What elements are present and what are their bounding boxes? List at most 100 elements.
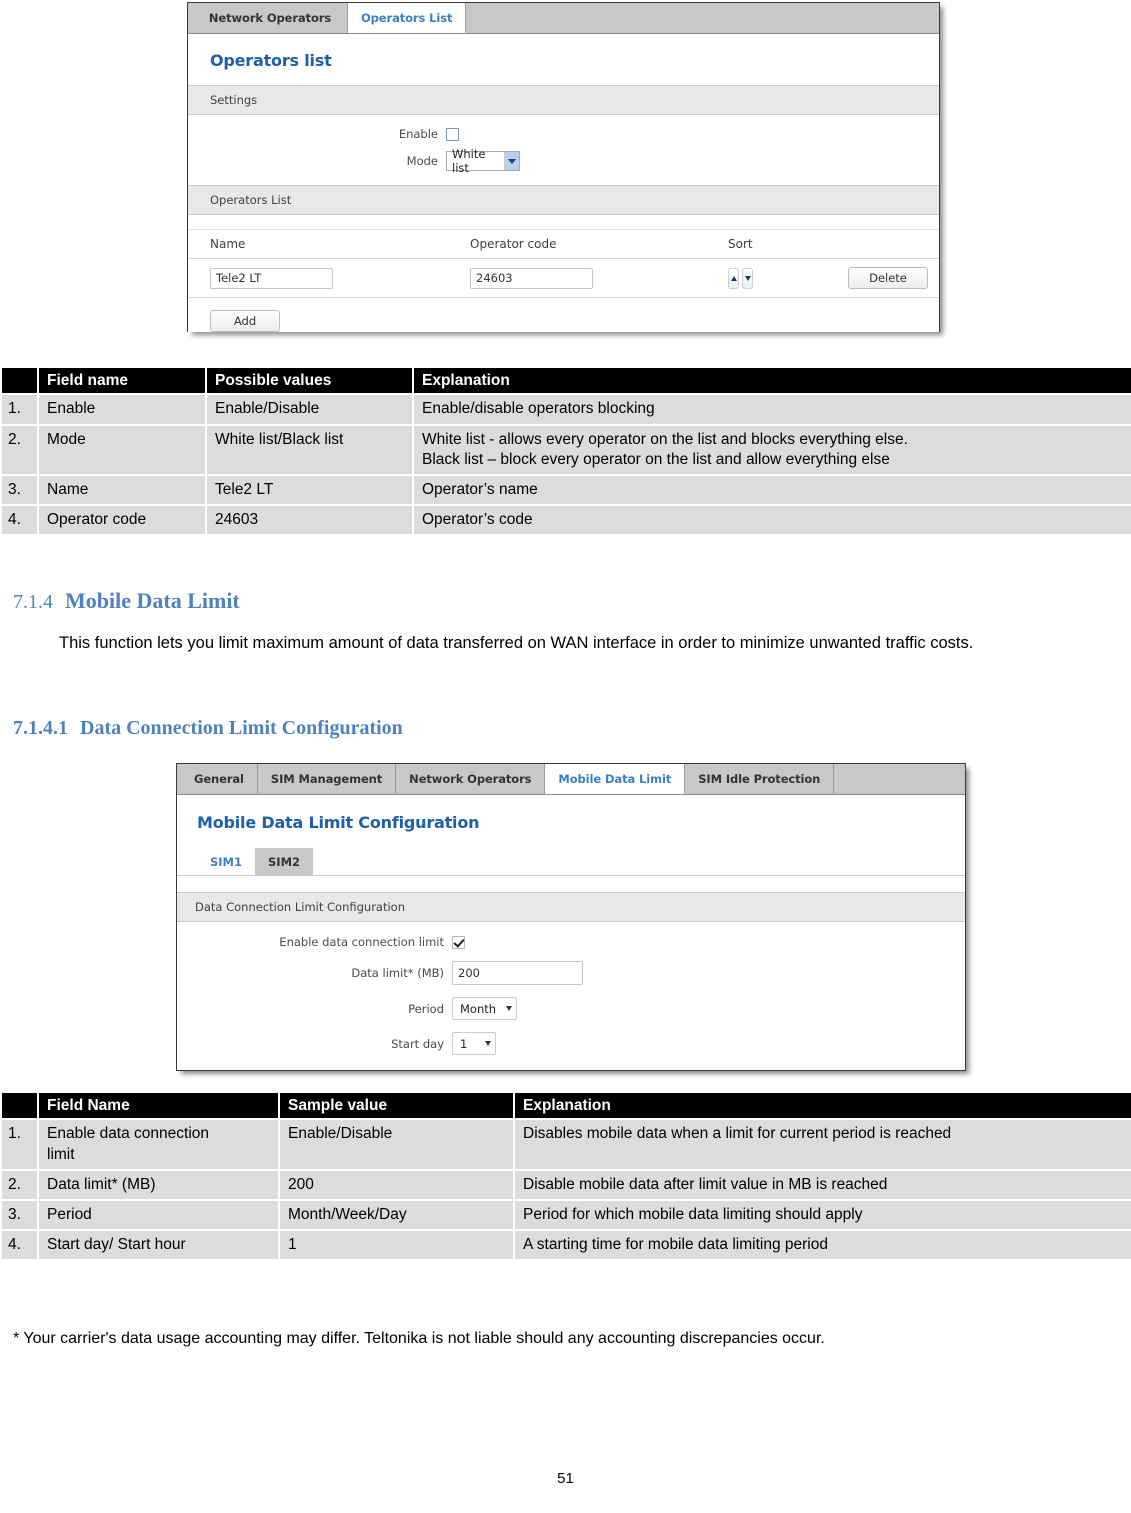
tabbar-filler [834,764,965,794]
table-header-row: Field name Possible values Explanation [0,365,1131,396]
table-row: 3. Period Month/Week/Day Period for whic… [0,1198,1131,1231]
cell-index: 2. [0,1168,39,1201]
cell-field-name: Start day/ Start hour [37,1228,280,1262]
subheading-text: Data Connection Limit Configuration [80,717,403,739]
subtab-spacer [177,876,965,892]
cell-explanation: Enable/disable operators blocking [412,393,1131,426]
cell-explanation: Disables mobile data when a limit for cu… [513,1118,1131,1171]
operators-list-page-title: Operators list [210,51,332,70]
subtab-sim1[interactable]: SIM1 [197,848,256,875]
data-limit-label: Data limit* (MB) [351,966,444,980]
start-day-select-value: 1 [460,1036,468,1051]
operator-code-input[interactable]: 24603 [470,267,593,289]
table-row: Tele2 LT 24603 Delete [188,259,939,298]
enable-data-connection-limit-checkbox[interactable] [452,935,465,949]
intro-paragraph: This function lets you limit maximum amo… [13,630,1131,657]
document-page: Network Operators Operators List Operato… [0,0,1131,1513]
operators-field-table: Field name Possible values Explanation 1… [0,365,1131,537]
tab-network-operators[interactable]: Network Operators [193,3,348,33]
heading-number: 7.1.4 [13,591,53,613]
tab-mobile-data-limit[interactable]: Mobile Data Limit [545,764,686,794]
cell-index: 3. [0,473,39,506]
paragraph-text: This function lets you limit maximum amo… [59,634,974,652]
sort-up-icon[interactable] [728,267,739,289]
mode-select-value: White list [452,147,486,175]
cell-sample-value: Month/Week/Day [278,1198,515,1231]
screenshot-datalimit-tabbar: General SIM Management Network Operators… [177,764,965,795]
cell-index: 3. [0,1198,39,1231]
chevron-down-icon [481,1035,495,1053]
tab-sim-idle-protection[interactable]: SIM Idle Protection [685,764,835,794]
cell-explanation: Period for which mobile data limiting sh… [513,1198,1131,1231]
cell-explanation: A starting time for mobile data limiting… [513,1228,1131,1262]
heading-mobile-data-limit: 7.1.4 Mobile Data Limit [13,588,240,614]
column-header-sort: Sort [728,237,753,251]
data-limit-row: Data limit* (MB) 200 [177,955,965,991]
cell-field-name: Operator code [37,503,207,537]
enable-checkbox[interactable] [446,127,459,141]
header-explanation: Explanation [412,365,1131,396]
mode-label: Mode [406,154,438,168]
header-explanation: Explanation [513,1090,1131,1121]
operators-list-section-bar: Operators List [188,185,939,215]
list-spacer [188,215,939,230]
table-row: 2. Mode White list/Black list White list… [0,423,1131,476]
cell-possible-values: Tele2 LT [205,473,414,506]
table-row: 3. Name Tele2 LT Operator’s name [0,473,1131,506]
operator-name-input[interactable]: Tele2 LT [210,267,333,289]
cell-field-name: Data limit* (MB) [37,1168,280,1201]
header-sample-value: Sample value [278,1090,515,1121]
chevron-down-icon [503,152,519,170]
tab-general[interactable]: General [181,764,258,794]
table-row: 4. Start day/ Start hour 1 A starting ti… [0,1228,1131,1262]
cell-index: 1. [0,1118,39,1171]
start-day-label: Start day [391,1036,444,1051]
mode-select[interactable]: White list [446,147,520,175]
cell-explanation: Operator’s code [412,503,1131,537]
enable-data-connection-limit-label: Enable data connection limit [279,935,444,949]
heading-data-connection-limit-config: 7.1.4.1 Data Connection Limit Configurati… [13,717,403,740]
page-number: 51 [557,1470,574,1487]
enable-label: Enable [398,127,438,141]
explanation-line-2: Black list – block every operator on the… [422,450,890,468]
table-row: 1. Enable Enable/Disable Enable/disable … [0,393,1131,426]
cell-possible-values: Enable/Disable [205,393,414,426]
column-header-operator-code: Operator code [470,237,557,251]
footnote-text: * Your carrier's data usage accounting m… [13,1330,825,1347]
header-field-name: Field Name [37,1090,280,1121]
header-possible-values: Possible values [205,365,414,396]
enable-data-connection-limit-row: Enable data connection limit [177,922,965,955]
screenshot-operators-list: Network Operators Operators List Operato… [187,2,940,332]
add-row: Add [188,298,939,332]
start-day-select[interactable]: 1 [452,1032,496,1055]
column-header-name: Name [210,237,246,251]
cell-explanation: Disable mobile data after limit value in… [513,1168,1131,1201]
cell-sample-value: Enable/Disable [278,1118,515,1171]
delete-button[interactable]: Delete [848,267,928,289]
datalimit-field-table: Field Name Sample value Explanation 1. E… [0,1090,1131,1262]
period-select[interactable]: Month [452,997,518,1020]
cell-field-name: Mode [37,423,207,476]
data-limit-input[interactable]: 200 [452,961,583,985]
screenshot-operators-tabbar: Network Operators Operators List [188,3,939,34]
cell-sample-value: 200 [278,1168,515,1201]
tab-operators-list[interactable]: Operators List [348,3,467,33]
tab-network-operators[interactable]: Network Operators [396,764,546,794]
tab-sim-management[interactable]: SIM Management [257,764,397,794]
cell-sample-value: 1 [278,1228,515,1262]
cell-index: 1. [0,393,39,426]
heading-text: Mobile Data Limit [65,588,240,613]
subtab-sim2[interactable]: SIM2 [255,848,314,875]
sort-down-icon[interactable] [742,267,753,289]
cell-field-name: Name [37,473,207,506]
period-label: Period [408,1001,444,1016]
table-header-row: Field Name Sample value Explanation [0,1090,1131,1121]
header-index [0,365,39,396]
cell-possible-values: 24603 [205,503,414,537]
table-row: 2. Data limit* (MB) 200 Disable mobile d… [0,1168,1131,1201]
cell-index: 2. [0,423,39,476]
cell-field-name: Enable [37,393,207,426]
add-button[interactable]: Add [210,310,280,332]
subheading-number: 7.1.4.1 [13,717,68,739]
header-index [0,1090,39,1121]
